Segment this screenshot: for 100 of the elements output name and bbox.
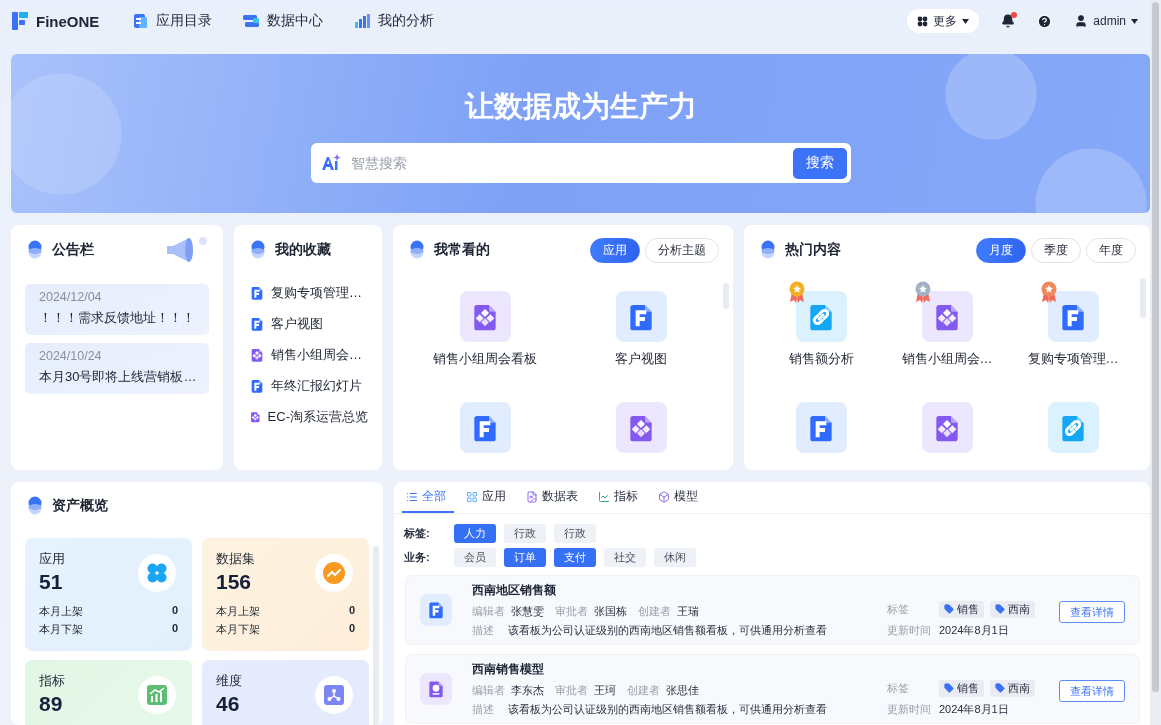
meta-label: 标签	[887, 601, 910, 617]
tag-icon	[995, 604, 1005, 614]
page-scrollbar[interactable]	[1150, 0, 1161, 725]
scrollbar-thumb[interactable]	[1152, 2, 1159, 692]
notification-button[interactable]	[1001, 14, 1016, 28]
asset-count: 156	[216, 570, 252, 594]
network-icon	[323, 684, 345, 706]
content-item[interactable]: 复购专项管理…	[1019, 281, 1127, 368]
card-title: 热门内容	[785, 241, 841, 259]
nav-link[interactable]: 数据中心	[242, 12, 324, 30]
bell-icon	[1001, 14, 1016, 28]
trend-icon	[322, 561, 346, 585]
filter-label: 标签:	[404, 526, 431, 541]
help-icon[interactable]	[1037, 13, 1053, 29]
asset-stat-card[interactable]: 应用 51 本月上架 0 本月下架 0	[25, 538, 192, 651]
meta-label: 创建者	[627, 683, 660, 698]
meta-value: 张国栋	[594, 604, 627, 619]
stat-value: 0	[348, 622, 355, 636]
stat-label: 本月下架	[216, 622, 260, 637]
line-chart-icon	[598, 490, 610, 503]
meta-value: 张慧雯	[511, 604, 544, 619]
search-field[interactable]: 智慧搜索 搜索	[310, 143, 851, 183]
filter-toggle[interactable]: 分析主题	[645, 237, 719, 263]
filter-label: 业务:	[404, 550, 431, 565]
card-title: 我常看的	[434, 241, 490, 259]
notice-date: 2024/12/04	[39, 290, 103, 304]
bar-chart-icon	[353, 12, 372, 30]
catalog-tab[interactable]: 应用	[462, 482, 514, 513]
notice-item[interactable]: 2024/10/24 本月30号即将上线营销板…	[25, 343, 209, 394]
favorite-item[interactable]: 销售小组周会…	[249, 345, 368, 365]
catalog-tab[interactable]: 指标	[594, 482, 646, 513]
favorite-item[interactable]: 客户视图	[249, 314, 368, 334]
catalog-tab[interactable]: 数据表	[522, 482, 586, 513]
chart-icon	[146, 684, 168, 706]
filter-chip[interactable]: 人力	[454, 524, 496, 543]
description-text: 该看板为公司认证级别的西南地区销售额看板，可供通用分析查看	[508, 702, 827, 717]
period-toggle[interactable]: 季度	[1031, 237, 1081, 263]
more-button[interactable]: 更多	[907, 9, 980, 33]
meta-value: 2024年8月1日	[939, 701, 1009, 717]
sphere-icon	[761, 240, 775, 260]
image-file-icon	[526, 490, 538, 503]
notice-item[interactable]: 2024/12/04 ！！！需求反馈地址！！！	[25, 284, 209, 335]
stat-label: 本月上架	[216, 604, 260, 619]
app-logo[interactable]: FineONE	[12, 12, 100, 30]
user-icon	[1074, 14, 1089, 28]
nav-link[interactable]: 应用目录	[131, 12, 213, 30]
logo-text: FineONE	[36, 12, 100, 30]
tag-icon	[944, 604, 954, 614]
sphere-icon	[410, 240, 424, 260]
banner-title: 让数据成为生产力	[464, 89, 697, 124]
stat-value: 0	[348, 604, 355, 618]
nav-link[interactable]: 我的分析	[353, 12, 435, 30]
meta-label: 创建者	[638, 604, 671, 619]
model-file-icon	[426, 679, 446, 699]
asset-count: 46	[216, 692, 240, 716]
asset-count: 89	[39, 692, 63, 716]
favorite-item[interactable]: 复购专项管理…	[249, 283, 368, 303]
catalog-tab[interactable]: 模型	[654, 482, 706, 513]
catalog-tab[interactable]: 全部	[402, 482, 454, 513]
content-item[interactable]: 客户视图	[607, 281, 675, 368]
caret-icon	[1131, 18, 1138, 24]
meta-label: 编辑者	[472, 683, 505, 698]
filter-chip[interactable]: 行政	[554, 524, 596, 543]
meta-value: 李东杰	[511, 683, 544, 698]
asset-stat-card[interactable]: 指标 89	[25, 660, 192, 725]
search-button[interactable]: 搜索	[792, 147, 847, 179]
medal-icon	[787, 281, 806, 303]
filter-toggle[interactable]: 应用	[590, 237, 640, 263]
asset-label: 维度	[216, 672, 242, 690]
asset-stat-card[interactable]: 维度 46	[202, 660, 369, 725]
content-item[interactable]: 销售额分析	[780, 281, 862, 368]
content-item[interactable]: 销售小组周会…	[893, 281, 1001, 368]
favorite-item[interactable]: 年终汇报幻灯片	[249, 376, 368, 396]
notice-date: 2024/10/24	[39, 349, 103, 363]
meta-value: 2024年8月1日	[939, 622, 1009, 638]
cube-icon	[658, 490, 670, 503]
filter-chip[interactable]: 社交	[604, 548, 646, 567]
result-title: 西南销售模型	[472, 661, 545, 678]
asset-label: 应用	[39, 550, 65, 568]
period-toggle[interactable]: 年度	[1086, 237, 1136, 263]
content-item[interactable]: 销售小组周会看板	[425, 281, 545, 368]
user-menu[interactable]: admin	[1074, 14, 1138, 28]
view-details-button[interactable]: 查看详情	[1059, 680, 1125, 702]
asset-stat-card[interactable]: 数据集 156 本月上架 0 本月下架 0	[202, 538, 369, 651]
favorite-item[interactable]: EC-淘系运营总览	[249, 407, 368, 427]
view-details-button[interactable]: 查看详情	[1059, 601, 1125, 623]
clover-icon	[146, 562, 168, 584]
caret-icon	[962, 18, 970, 24]
filter-chip[interactable]: 支付	[554, 548, 596, 567]
filter-chip[interactable]: 会员	[454, 548, 496, 567]
description-text: 该看板为公司认证级别的西南地区销售额看板，可供通用分析查看	[508, 623, 827, 638]
filter-chip[interactable]: 休闲	[654, 548, 696, 567]
grid-icon	[917, 15, 929, 27]
filter-chip[interactable]: 行政	[504, 524, 546, 543]
filter-chip[interactable]: 订单	[504, 548, 546, 567]
result-title: 西南地区销售额	[472, 582, 557, 599]
meta-label: 审批者	[555, 683, 588, 698]
period-toggle[interactable]: 月度	[976, 237, 1026, 263]
medal-icon	[913, 281, 932, 303]
stack-icon	[242, 12, 261, 30]
